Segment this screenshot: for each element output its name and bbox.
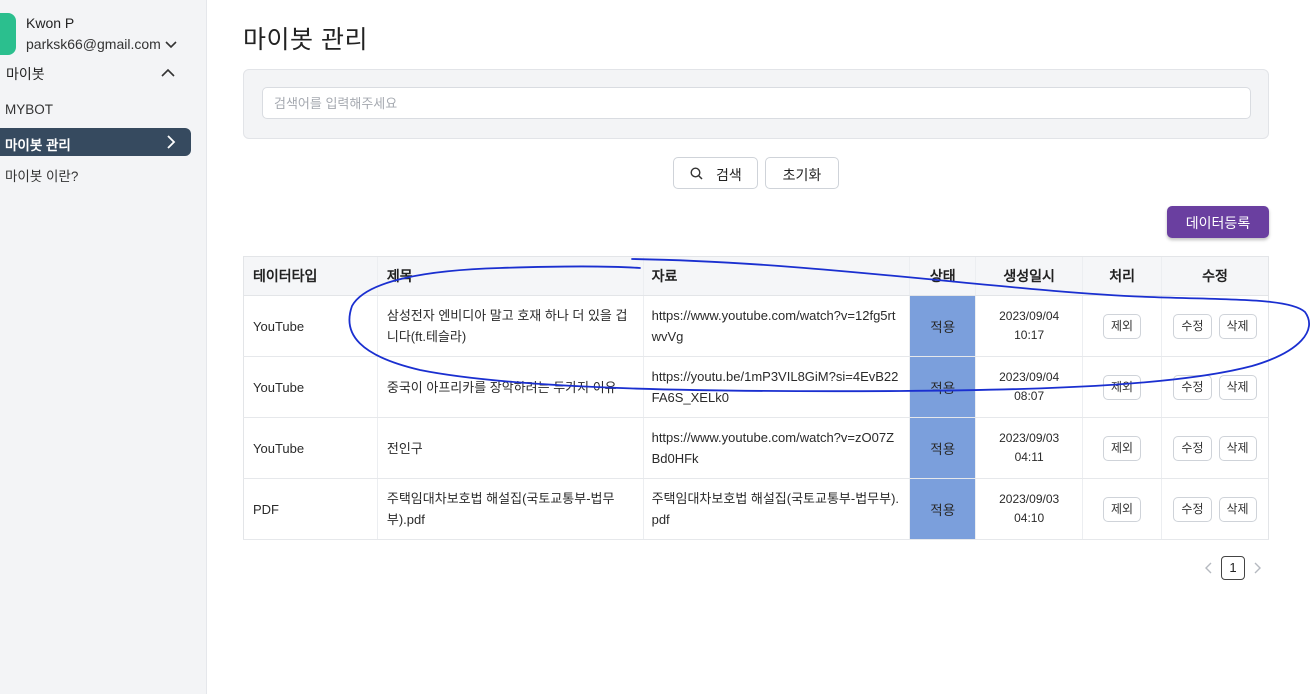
cell-edit: 수정 삭제 [1161,356,1269,418]
user-name: Kwon P [26,15,75,31]
cell-status: 적용 [909,417,976,479]
created-time: 04:10 [1014,511,1045,525]
avatar[interactable] [0,13,16,55]
sidebar-group-mybot[interactable]: 마이봇 [0,62,188,84]
edit-button[interactable]: 수정 [1173,313,1212,339]
search-input[interactable] [262,87,1251,119]
table-row[interactable]: YouTube 삼성전자 엔비디아 말고 호재 하나 더 있을 겁니다(ft.테… [243,295,1269,357]
created-time: 08:07 [1014,389,1045,403]
created-time: 10:17 [1014,328,1045,342]
cell-process: 제외 [1082,478,1162,540]
delete-button[interactable]: 삭제 [1218,313,1257,339]
cell-source[interactable]: https://youtu.be/1mP3VIL8GiM?si=4EvB22FA… [642,356,910,418]
register-button-label: 데이터등록 [1185,215,1251,231]
column-header-type[interactable]: 테이터타입 [243,256,378,296]
table-row[interactable]: PDF 주택임대차보호법 해설집(국토교통부-법무부).pdf 주택임대차보호법… [243,478,1269,540]
register-data-button[interactable]: 데이터등록 [1167,206,1269,238]
table-row[interactable]: YouTube 중국이 아프리카를 장악하려는 두가지 이유 https://y… [243,356,1269,418]
cell-status: 적용 [909,478,976,540]
table-header-row: 테이터타입 제목 자료 상태 생성일시 처리 수정 [243,256,1269,296]
edit-button[interactable]: 수정 [1173,435,1212,461]
exclude-button[interactable]: 제외 [1103,496,1142,522]
cell-created: 2023/09/03 04:11 [975,417,1083,479]
cell-created: 2023/09/04 10:17 [975,295,1083,357]
cell-process: 제외 [1082,417,1162,479]
chevron-right-icon[interactable] [1252,562,1262,574]
created-time: 04:11 [1014,450,1044,464]
cell-type: YouTube [243,356,378,418]
cell-status: 적용 [909,356,976,418]
cell-process: 제외 [1082,356,1162,418]
sidebar-item-mybot[interactable]: MYBOT [0,96,191,124]
cell-source[interactable]: https://www.youtube.com/watch?v=zO07ZBd0… [642,417,910,479]
cell-type: PDF [243,478,378,540]
column-header-title[interactable]: 제목 [376,256,644,296]
chevron-left-icon[interactable] [1204,562,1214,574]
column-header-status[interactable]: 상태 [909,256,976,296]
cell-type: YouTube [243,295,378,357]
chevron-down-icon[interactable] [164,38,178,52]
cell-source[interactable]: https://www.youtube.com/watch?v=12fg5rtw… [642,295,910,357]
sidebar-item-label: MYBOT [5,102,54,117]
cell-created: 2023/09/04 08:07 [975,356,1083,418]
sidebar-item-mybot-manage[interactable]: 마이봇 관리 [0,128,191,156]
cell-status: 적용 [909,295,976,357]
search-icon [690,167,703,180]
created-date: 2023/09/03 [999,431,1060,445]
sidebar-group-label: 마이봇 [6,66,45,82]
column-header-process[interactable]: 처리 [1082,256,1162,296]
column-header-edit[interactable]: 수정 [1161,256,1269,296]
search-panel [243,69,1269,139]
search-button[interactable]: 검색 [673,157,758,189]
pagination: 1 [1200,556,1270,580]
cell-created: 2023/09/03 04:10 [975,478,1083,540]
cell-process: 제외 [1082,295,1162,357]
cell-edit: 수정 삭제 [1161,295,1269,357]
exclude-button[interactable]: 제외 [1103,313,1142,339]
edit-button[interactable]: 수정 [1173,374,1212,400]
sidebar-item-label: 마이봇 이란? [5,169,79,184]
edit-button[interactable]: 수정 [1173,496,1212,522]
chevron-up-icon[interactable] [160,66,176,80]
cell-title: 중국이 아프리카를 장악하려는 두가지 이유 [376,356,644,418]
created-date: 2023/09/04 [999,309,1060,323]
reset-button-label: 초기화 [782,167,822,183]
reset-button[interactable]: 초기화 [765,157,839,189]
created-date: 2023/09/04 [999,370,1060,384]
page-number-current[interactable]: 1 [1221,556,1245,580]
sidebar: Kwon P parksk66@gmail.com 마이봇 MYBOT 마이봇 … [0,0,207,694]
sidebar-item-label: 마이봇 관리 [5,138,71,153]
page-title: 마이봇 관리 [243,26,368,54]
column-header-created[interactable]: 생성일시 [975,256,1083,296]
chevron-right-icon [167,135,176,149]
user-email[interactable]: parksk66@gmail.com [26,36,161,52]
cell-title: 삼성전자 엔비디아 말고 호재 하나 더 있을 겁니다(ft.테슬라) [376,295,644,357]
created-date: 2023/09/03 [999,492,1060,506]
delete-button[interactable]: 삭제 [1218,374,1257,400]
cell-source[interactable]: 주택임대차보호법 해설집(국토교통부-법무부).pdf [642,478,910,540]
data-table: 테이터타입 제목 자료 상태 생성일시 처리 수정 YouTube 삼성전자 엔… [243,256,1269,540]
cell-type: YouTube [243,417,378,479]
cell-edit: 수정 삭제 [1161,478,1269,540]
cell-title: 주택임대차보호법 해설집(국토교통부-법무부).pdf [376,478,644,540]
table-row[interactable]: YouTube 전인구 https://www.youtube.com/watc… [243,417,1269,479]
delete-button[interactable]: 삭제 [1218,496,1257,522]
cell-title: 전인구 [376,417,644,479]
cell-edit: 수정 삭제 [1161,417,1269,479]
exclude-button[interactable]: 제외 [1103,435,1142,461]
sidebar-item-mybot-about[interactable]: 마이봇 이란? [0,159,191,187]
delete-button[interactable]: 삭제 [1218,435,1257,461]
column-header-source[interactable]: 자료 [642,256,910,296]
exclude-button[interactable]: 제외 [1103,374,1142,400]
search-button-label: 검색 [716,167,742,183]
